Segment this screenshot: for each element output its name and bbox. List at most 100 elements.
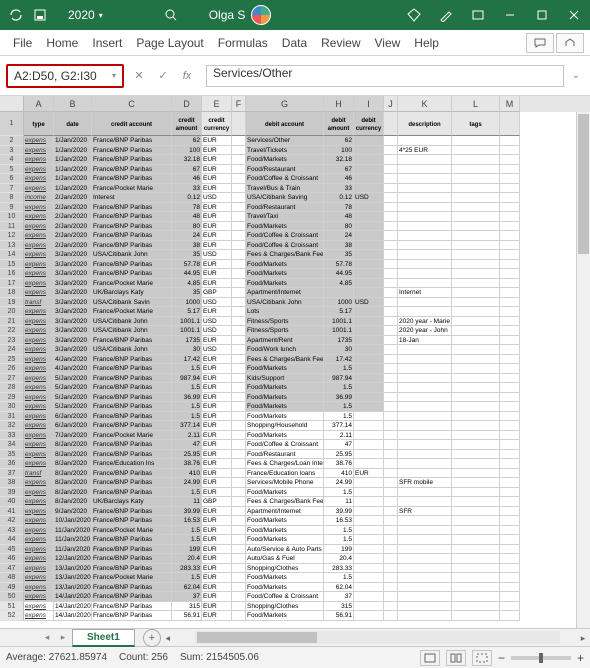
cell[interactable]: 67: [324, 165, 354, 175]
cell[interactable]: EUR: [202, 136, 232, 146]
cell[interactable]: [452, 174, 500, 184]
cell[interactable]: [354, 440, 384, 450]
cell[interactable]: [452, 345, 500, 355]
cell[interactable]: France/BNP Paribas: [92, 602, 172, 612]
cell[interactable]: expens: [24, 554, 54, 564]
cell[interactable]: [500, 507, 520, 517]
cell[interactable]: [452, 440, 500, 450]
cell[interactable]: 100: [172, 146, 202, 156]
row-header[interactable]: 52: [0, 611, 24, 621]
cell[interactable]: [384, 146, 398, 156]
cell[interactable]: [384, 554, 398, 564]
cell[interactable]: [384, 355, 398, 365]
cell[interactable]: expens: [24, 583, 54, 593]
cell[interactable]: [398, 554, 452, 564]
cell[interactable]: France/BNP Paribas: [92, 583, 172, 593]
cell[interactable]: [354, 364, 384, 374]
cell[interactable]: [398, 573, 452, 583]
cell[interactable]: 410: [324, 469, 354, 479]
cell[interactable]: expens: [24, 307, 54, 317]
cell[interactable]: [452, 146, 500, 156]
cell[interactable]: 35: [172, 288, 202, 298]
cell[interactable]: [500, 279, 520, 289]
cell[interactable]: [354, 554, 384, 564]
cell[interactable]: 33: [172, 184, 202, 194]
cell[interactable]: France/BNP Paribas: [92, 174, 172, 184]
cell[interactable]: [500, 155, 520, 165]
zoom-slider[interactable]: [511, 656, 571, 660]
row-header[interactable]: 38: [0, 478, 24, 488]
cell[interactable]: [398, 136, 452, 146]
cell[interactable]: EUR: [202, 564, 232, 574]
cell[interactable]: [354, 336, 384, 346]
scroll-right-icon[interactable]: ▸: [576, 629, 590, 646]
cell[interactable]: [354, 526, 384, 536]
cell[interactable]: [500, 488, 520, 498]
cell[interactable]: [452, 136, 500, 146]
row-header[interactable]: 30: [0, 402, 24, 412]
cell[interactable]: [398, 374, 452, 384]
cell[interactable]: EUR: [202, 431, 232, 441]
cell[interactable]: France/BNP Paribas: [92, 412, 172, 422]
col-header-K[interactable]: K: [398, 96, 452, 112]
cell[interactable]: expens: [24, 203, 54, 213]
cell[interactable]: 11/Jan/2020: [54, 526, 92, 536]
cell[interactable]: 1000: [172, 298, 202, 308]
cell[interactable]: Food/Markets: [246, 279, 324, 289]
cell[interactable]: EUR: [202, 364, 232, 374]
cell[interactable]: [398, 393, 452, 403]
cell[interactable]: [384, 326, 398, 336]
cell[interactable]: expens: [24, 602, 54, 612]
sheet-tab[interactable]: Sheet1: [72, 629, 135, 647]
row-header[interactable]: 10: [0, 212, 24, 222]
cell[interactable]: expens: [24, 184, 54, 194]
cell[interactable]: [398, 459, 452, 469]
cell[interactable]: [384, 374, 398, 384]
cell[interactable]: [500, 478, 520, 488]
cell[interactable]: 1/Jan/2020: [54, 165, 92, 175]
cell[interactable]: Food/Markets: [246, 364, 324, 374]
cell[interactable]: [452, 203, 500, 213]
cell[interactable]: Fees & Charges/Loan Inter: [246, 459, 324, 469]
cell[interactable]: [232, 193, 246, 203]
cell[interactable]: USD: [202, 298, 232, 308]
row-header[interactable]: 34: [0, 440, 24, 450]
cell[interactable]: [354, 402, 384, 412]
cell[interactable]: [354, 231, 384, 241]
cell[interactable]: [500, 250, 520, 260]
row-header[interactable]: 26: [0, 364, 24, 374]
cell[interactable]: Food/Coffee & Croissant: [246, 592, 324, 602]
cell[interactable]: 13/Jan/2020: [54, 583, 92, 593]
cell[interactable]: 1.5: [172, 402, 202, 412]
row-header[interactable]: 41: [0, 507, 24, 517]
cell[interactable]: [452, 222, 500, 232]
col-header-J[interactable]: J: [384, 96, 398, 112]
cell[interactable]: expens: [24, 326, 54, 336]
header-cell[interactable]: debit currency: [354, 112, 384, 136]
cell[interactable]: [232, 336, 246, 346]
cell[interactable]: [354, 374, 384, 384]
cell[interactable]: [384, 269, 398, 279]
cell[interactable]: France/BNP Paribas: [92, 507, 172, 517]
cell[interactable]: 67: [172, 165, 202, 175]
cell[interactable]: 38: [172, 241, 202, 251]
cell[interactable]: [398, 345, 452, 355]
cell[interactable]: [354, 497, 384, 507]
cell[interactable]: Fees & Charges/Bank Fee: [246, 497, 324, 507]
cell[interactable]: expens: [24, 231, 54, 241]
cell[interactable]: [452, 336, 500, 346]
cell[interactable]: 33: [324, 184, 354, 194]
cell[interactable]: EUR: [202, 174, 232, 184]
cell[interactable]: 11/Jan/2020: [54, 535, 92, 545]
header-cell[interactable]: tags: [452, 112, 500, 136]
cell[interactable]: [354, 592, 384, 602]
cell[interactable]: 5/Jan/2020: [54, 402, 92, 412]
cell[interactable]: [452, 469, 500, 479]
cell[interactable]: 2020 year - John: [398, 326, 452, 336]
cell[interactable]: 1.5: [324, 535, 354, 545]
cell[interactable]: 62.04: [324, 583, 354, 593]
cell[interactable]: France/BNP Paribas: [92, 212, 172, 222]
col-header-F[interactable]: F: [232, 96, 246, 112]
cell[interactable]: France/BNP Paribas: [92, 450, 172, 460]
cell[interactable]: [398, 364, 452, 374]
